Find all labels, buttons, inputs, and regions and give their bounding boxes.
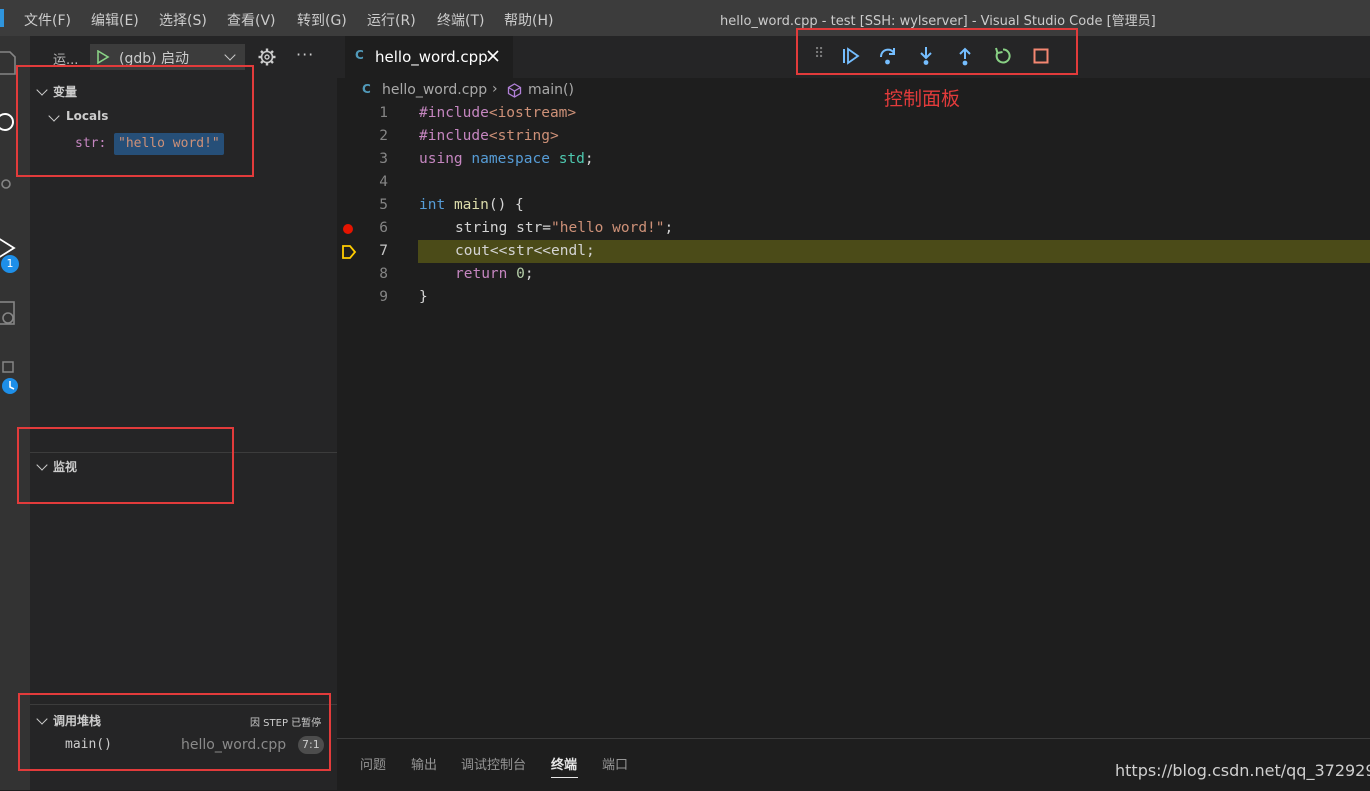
line-number: 3 <box>379 151 388 167</box>
annotation-box-watch <box>17 427 234 504</box>
close-icon[interactable] <box>487 50 499 62</box>
line-number: 1 <box>379 105 388 121</box>
chevron-down-icon <box>224 49 236 61</box>
window-title: hello_word.cpp - test [SSH: wylserver] -… <box>720 14 1156 29</box>
start-debug-icon[interactable] <box>96 50 110 64</box>
timeline-icon[interactable] <box>2 361 18 394</box>
search-icon[interactable] <box>0 113 14 131</box>
code-line-6: string str="hello word!"; <box>455 220 674 236</box>
menu-file[interactable]: 文件(F) <box>24 10 71 30</box>
code-line-2: #include<string> <box>419 128 559 144</box>
active-tab-underline <box>551 777 578 778</box>
menu-edit[interactable]: 编辑(E) <box>91 10 139 30</box>
current-execution-arrow-icon <box>342 245 357 259</box>
watermark: https://blog.csdn.net/qq_37292982 <box>1115 761 1370 780</box>
explorer-icon[interactable] <box>0 51 16 75</box>
annotation-box-callstack <box>18 693 331 771</box>
menu-run[interactable]: 运行(R) <box>367 10 416 30</box>
breadcrumb-separator-icon: › <box>492 81 498 97</box>
breadcrumb-file[interactable]: hello_word.cpp <box>382 82 487 98</box>
tab-debug-console[interactable]: 调试控制台 <box>461 754 526 773</box>
vscode-logo-icon <box>0 9 4 27</box>
debug-badge: 1 <box>1 255 19 273</box>
menu-goto[interactable]: 转到(G) <box>297 10 347 30</box>
menu-help[interactable]: 帮助(H) <box>504 10 553 30</box>
annotation-label-control-panel: 控制面板 <box>884 88 961 110</box>
title-bar: 文件(F) 编辑(E) 选择(S) 查看(V) 转到(G) 运行(R) 终端(T… <box>0 0 1370 36</box>
tab-output[interactable]: 输出 <box>411 754 437 773</box>
annotation-box-control-panel <box>796 28 1078 75</box>
line-number: 7 <box>379 243 388 259</box>
line-number: 8 <box>379 266 388 282</box>
line-number: 2 <box>379 128 388 144</box>
remote-explorer-icon[interactable] <box>0 301 15 325</box>
breadcrumb-symbol[interactable]: main() <box>528 82 574 98</box>
tab-terminal[interactable]: 终端 <box>551 754 577 773</box>
code-line-7: cout<<str<<endl; <box>455 243 595 259</box>
menu-terminal[interactable]: 终端(T) <box>437 10 484 30</box>
annotation-box-variables <box>16 65 254 177</box>
breakpoint-icon[interactable] <box>343 224 353 234</box>
code-line-3: using namespace std; <box>419 151 594 167</box>
tab-ports[interactable]: 端口 <box>602 754 628 773</box>
line-number: 4 <box>379 174 388 190</box>
line-number: 5 <box>379 197 388 213</box>
code-line-9: } <box>419 289 428 305</box>
cpp-file-icon: C <box>362 82 371 96</box>
code-line-5: int main() { <box>419 197 524 213</box>
tab-label: hello_word.cpp <box>375 48 488 66</box>
editor-tab-active[interactable]: C hello_word.cpp <box>345 36 513 78</box>
menu-view[interactable]: 查看(V) <box>227 10 276 30</box>
menu-selection[interactable]: 选择(S) <box>159 10 207 30</box>
tab-problems[interactable]: 问题 <box>360 754 386 773</box>
method-symbol-icon <box>507 83 522 98</box>
code-line-1: #include<iostream> <box>419 105 577 121</box>
breadcrumb: C hello_word.cpp › main() <box>337 78 1370 102</box>
source-control-icon[interactable] <box>1 179 11 189</box>
more-actions-icon[interactable]: ··· <box>296 45 314 64</box>
cpp-file-icon: C <box>355 48 364 62</box>
line-number: 6 <box>379 220 388 236</box>
code-line-8: return 0; <box>455 266 534 282</box>
bottom-panel: 问题 输出 调试控制台 终端 端口 https://blog.csdn.net/… <box>337 738 1370 791</box>
line-number: 9 <box>379 289 388 305</box>
gear-icon[interactable] <box>258 48 276 66</box>
